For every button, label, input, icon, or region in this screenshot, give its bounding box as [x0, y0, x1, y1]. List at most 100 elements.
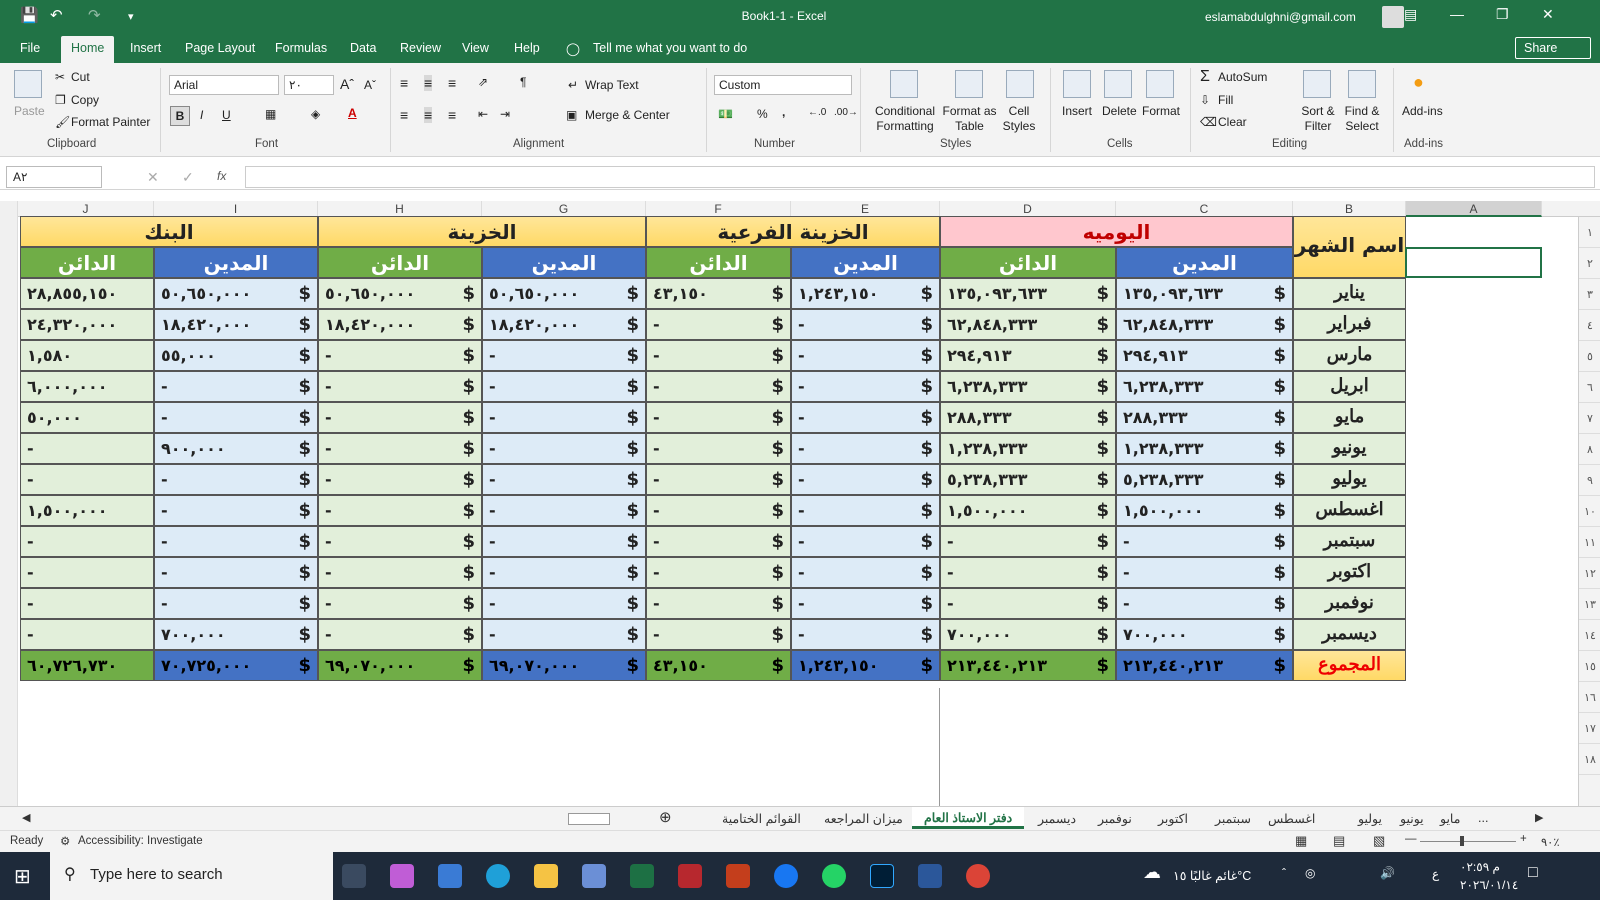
menu-file[interactable]: File: [20, 41, 40, 55]
maximize-icon[interactable]: ❐: [1496, 6, 1509, 23]
row-header[interactable]: ۱۰: [1579, 496, 1600, 527]
data-cell-e[interactable]: $ -: [791, 340, 940, 371]
data-cell-j[interactable]: -: [20, 526, 154, 557]
indent-decrease-icon[interactable]: ⇤: [478, 107, 488, 121]
copy-icon[interactable]: ❐: [55, 93, 66, 107]
row-header[interactable]: ٦: [1579, 372, 1600, 403]
data-cell-h[interactable]: $ -: [318, 371, 482, 402]
zoom-in-icon[interactable]: +: [1520, 833, 1527, 845]
underline-button[interactable]: U: [222, 108, 231, 122]
data-cell-g[interactable]: $۱۸,٤۲۰,۰۰۰: [482, 309, 646, 340]
column-header-f[interactable]: F: [646, 201, 791, 217]
normal-view-icon[interactable]: ▦: [1295, 833, 1307, 849]
data-cell-f[interactable]: $ -: [646, 309, 791, 340]
data-cell-c[interactable]: $ -: [1116, 557, 1293, 588]
fill-icon[interactable]: ⇩: [1200, 93, 1210, 107]
bold-button[interactable]: B: [170, 106, 190, 126]
tab-scroll-right-icon[interactable]: ▶: [1535, 811, 1543, 824]
debit-header-i[interactable]: المدين: [154, 247, 318, 278]
taskbar-search[interactable]: ⚲ Type here to search: [50, 852, 333, 900]
total-cell-j[interactable]: ٦۰,۷۲٦,۷۳۰: [20, 650, 154, 681]
italic-button[interactable]: I: [200, 108, 203, 122]
sheet-tab[interactable]: اغسطس: [1268, 811, 1315, 826]
month-cell[interactable]: مايو: [1293, 402, 1406, 433]
debit-header-e[interactable]: المدين: [791, 247, 940, 278]
total-cell-e[interactable]: $۱,۲٤۳,۱٥۰: [791, 650, 940, 681]
data-cell-j[interactable]: -: [20, 619, 154, 650]
total-cell-h[interactable]: $٦۹,۰۷۰,۰۰۰: [318, 650, 482, 681]
powerpoint-icon[interactable]: [726, 864, 750, 888]
horizontal-scrollbar[interactable]: [568, 813, 610, 825]
align-top-icon[interactable]: ≡: [400, 75, 408, 91]
data-cell-e[interactable]: $ -: [791, 464, 940, 495]
store-icon[interactable]: [582, 864, 606, 888]
comma-button[interactable]: ,: [782, 105, 785, 119]
chrome-icon[interactable]: [966, 864, 990, 888]
data-cell-j[interactable]: ۱,٥۸۰: [20, 340, 154, 371]
data-cell-f[interactable]: $ -: [646, 433, 791, 464]
font-size-select[interactable]: ۲۰: [284, 75, 334, 95]
data-cell-g[interactable]: $ -: [482, 464, 646, 495]
addins-icon[interactable]: ●: [1413, 72, 1424, 93]
word-icon[interactable]: [918, 864, 942, 888]
data-cell-i[interactable]: $ -: [154, 371, 318, 402]
indent-increase-icon[interactable]: ⇥: [500, 107, 510, 121]
align-bottom-icon[interactable]: ≡: [448, 75, 456, 91]
menu-help[interactable]: Help: [514, 41, 540, 55]
clock-time[interactable]: ۰۲:٥۹ م: [1460, 860, 1500, 874]
data-cell-c[interactable]: $٦,۲۳۸,۳۳۳: [1116, 371, 1293, 402]
row-header[interactable]: ۱٦: [1579, 682, 1600, 713]
sheet-tab[interactable]: نوفمبر: [1098, 811, 1132, 826]
data-cell-d[interactable]: $ -: [940, 526, 1116, 557]
header-sub-treasury[interactable]: الخزينة الفرعية: [646, 216, 940, 247]
month-cell[interactable]: اغسطس: [1293, 495, 1406, 526]
column-header-g[interactable]: G: [482, 201, 646, 217]
data-cell-j[interactable]: ۲۸,۸٥٥,۱٥۰: [20, 278, 154, 309]
decrease-font-icon[interactable]: Aˇ: [364, 78, 376, 92]
merge-center-button[interactable]: Merge & Center: [585, 108, 670, 122]
sheet-tab[interactable]: اكتوبر: [1158, 811, 1188, 826]
sort-filter-icon[interactable]: [1303, 70, 1331, 98]
align-middle-icon[interactable]: ≡: [424, 75, 433, 91]
copilot-icon[interactable]: [390, 864, 414, 888]
data-cell-h[interactable]: $ -: [318, 464, 482, 495]
merge-icon[interactable]: ▣: [566, 108, 577, 122]
data-cell-i[interactable]: $۱۸,٤۲۰,۰۰۰: [154, 309, 318, 340]
tray-chevron-icon[interactable]: ˆ: [1282, 866, 1286, 880]
notification-icon[interactable]: □: [1528, 864, 1538, 882]
sheet-tab[interactable]: ميزان المراجعه: [824, 811, 903, 826]
sheet-tab-active[interactable]: دفتر الاستاذ العام: [912, 807, 1025, 829]
fill-color-icon[interactable]: ◈: [311, 107, 320, 121]
data-cell-f[interactable]: $ -: [646, 588, 791, 619]
column-header-b[interactable]: B: [1293, 201, 1406, 217]
data-cell-i[interactable]: $٥۰,٦٥۰,۰۰۰: [154, 278, 318, 309]
data-cell-f[interactable]: $ -: [646, 402, 791, 433]
sort-filter-button[interactable]: Sort & Filter: [1300, 104, 1336, 134]
sheet-tab[interactable]: يونيو: [1400, 811, 1424, 826]
column-header-a[interactable]: A: [1406, 201, 1542, 217]
data-cell-e[interactable]: $۱,۲٤۳,۱٥۰: [791, 278, 940, 309]
copy-button[interactable]: Copy: [71, 93, 99, 107]
cut-button[interactable]: Cut: [71, 70, 90, 84]
month-cell[interactable]: يوليو: [1293, 464, 1406, 495]
conditional-formatting-icon[interactable]: [890, 70, 918, 98]
conditional-formatting-button[interactable]: Conditional Formatting: [870, 104, 940, 134]
language-indicator[interactable]: ع: [1432, 867, 1439, 881]
header-bank[interactable]: البنك: [20, 216, 318, 247]
increase-font-icon[interactable]: Aˆ: [340, 76, 354, 92]
data-cell-i[interactable]: $ -: [154, 526, 318, 557]
data-cell-d[interactable]: $۷۰۰,۰۰۰: [940, 619, 1116, 650]
data-cell-e[interactable]: $ -: [791, 309, 940, 340]
font-name-select[interactable]: Arial: [169, 75, 279, 95]
data-cell-d[interactable]: $۲۸۸,۳۳۳: [940, 402, 1116, 433]
windows-start-icon[interactable]: ⊞: [14, 864, 31, 889]
format-cells-icon[interactable]: [1146, 70, 1174, 98]
total-cell-c[interactable]: $۲۱۳,٤٤۰,۲۱۳: [1116, 650, 1293, 681]
paste-icon[interactable]: [14, 70, 42, 98]
data-cell-d[interactable]: $ -: [940, 557, 1116, 588]
column-header-c[interactable]: C: [1116, 201, 1293, 217]
row-header[interactable]: ۱۸: [1579, 744, 1600, 775]
data-cell-e[interactable]: $ -: [791, 495, 940, 526]
clock-date[interactable]: ۲۰۲٦/۰۱/۱٤: [1460, 878, 1518, 892]
data-cell-d[interactable]: $۱,٥۰۰,۰۰۰: [940, 495, 1116, 526]
